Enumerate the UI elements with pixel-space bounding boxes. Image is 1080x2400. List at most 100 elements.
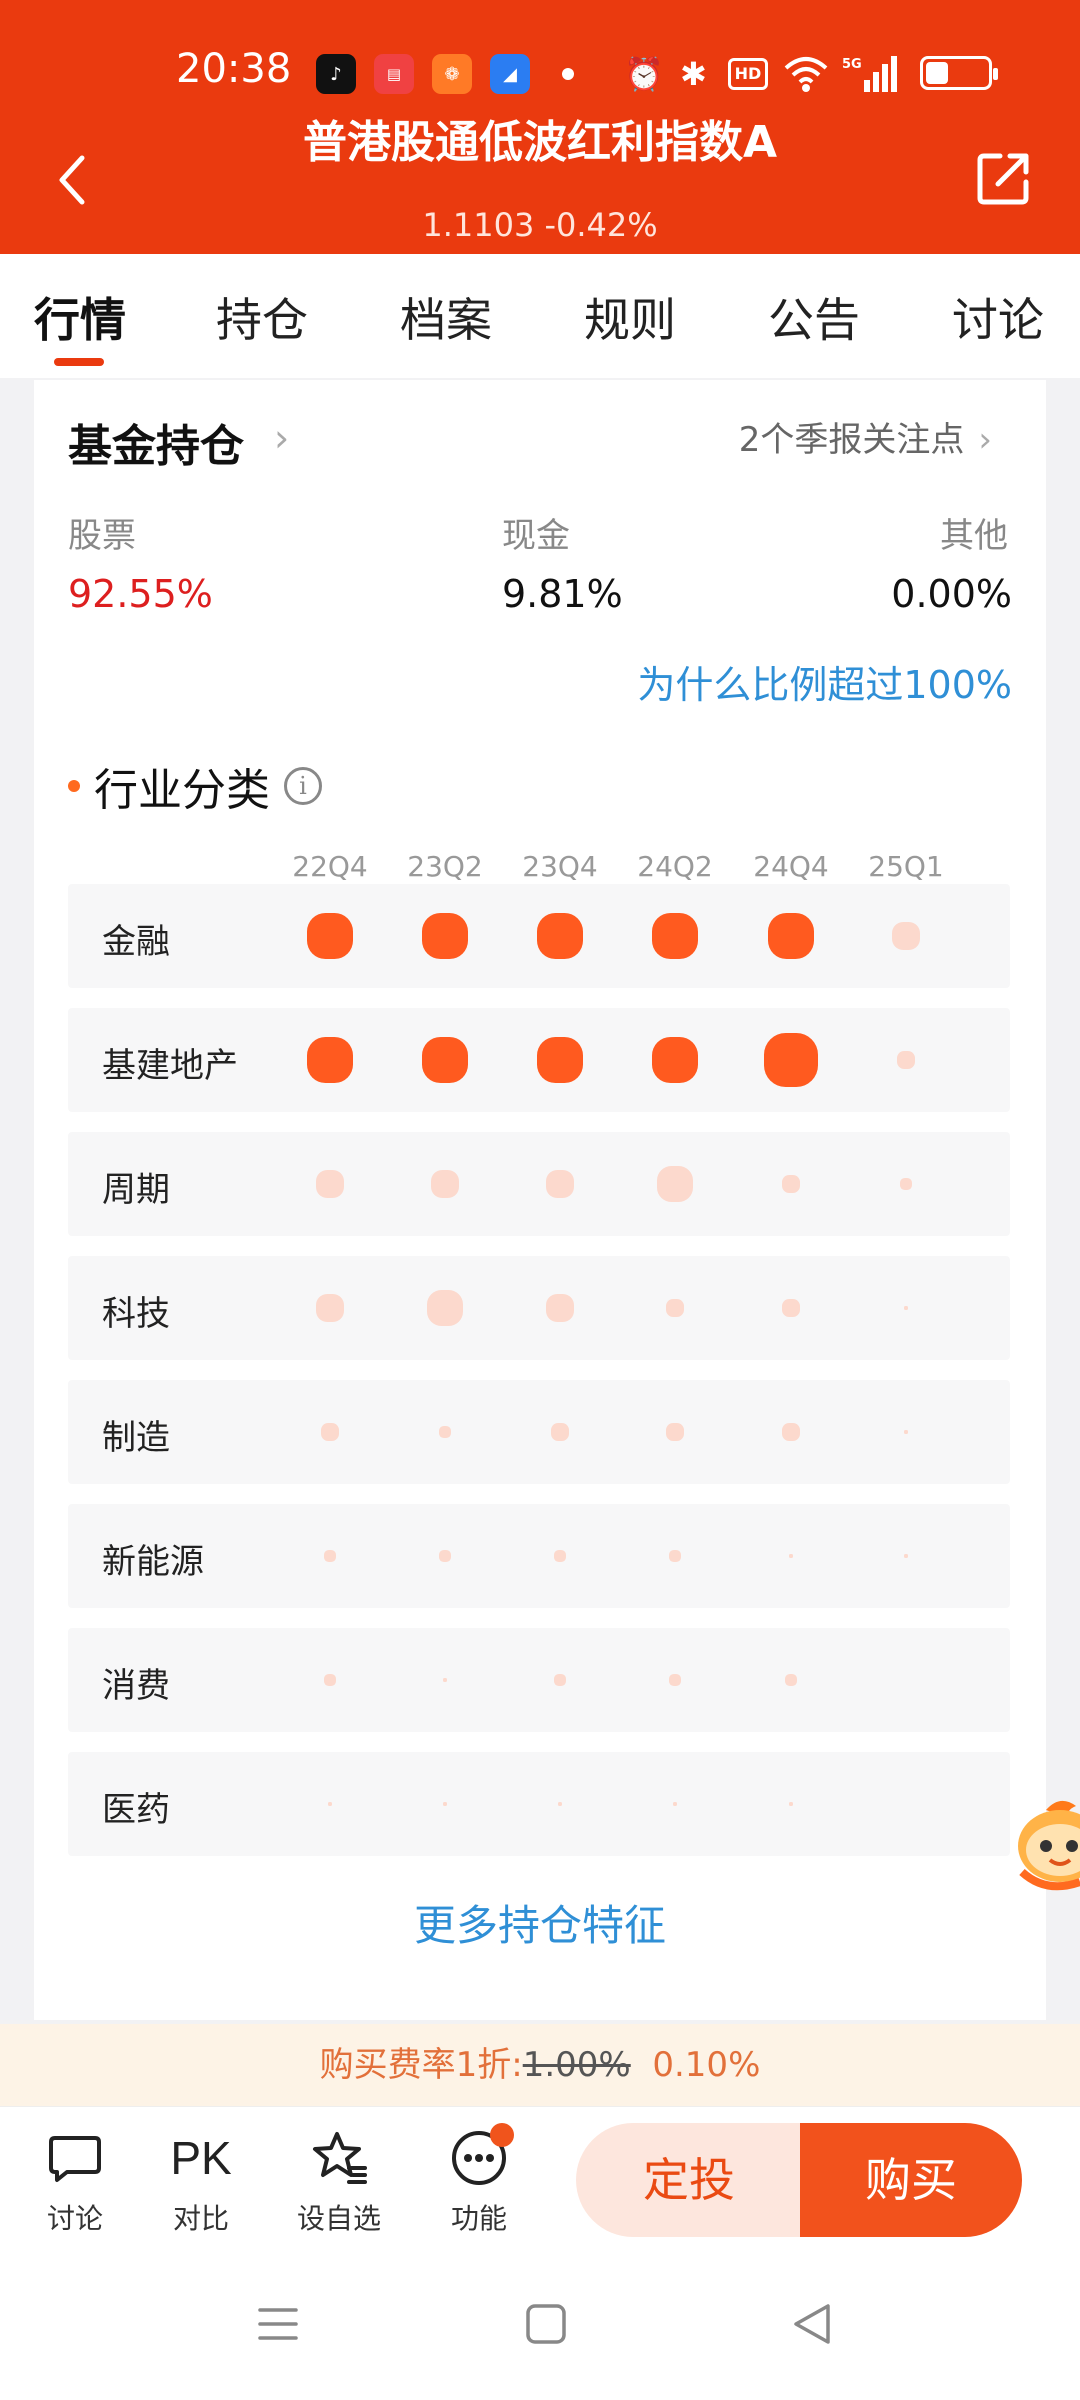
industry-weight-bubble xyxy=(324,1550,336,1562)
tab-bar: 行情 持仓 档案 规则 公告 讨论 xyxy=(0,254,1080,378)
hd-icon: HD xyxy=(728,58,768,90)
industry-weight-bubble xyxy=(904,1554,908,1558)
chevron-right-icon[interactable]: › xyxy=(274,416,289,460)
industry-weight-bubble xyxy=(443,1678,447,1682)
industry-row: 周期 xyxy=(68,1132,1010,1236)
pk-text: PK xyxy=(170,2132,232,2184)
industry-weight-bubble xyxy=(764,1033,818,1087)
industry-title-label: 行业分类 xyxy=(94,765,270,816)
tab-rules[interactable]: 规则 xyxy=(584,284,676,350)
industry-row: 金融 xyxy=(68,884,1010,988)
more-dots-icon xyxy=(424,2123,534,2191)
functions-action[interactable]: 功能 xyxy=(424,2123,534,2237)
industry-weight-bubble xyxy=(897,1051,915,1069)
holdings-card: 基金持仓 › 2个季报关注点 › 股票 现金 其他 92.55% 9.81% 0.… xyxy=(34,380,1046,2020)
mascot-floating-button[interactable] xyxy=(1016,1790,1080,1900)
info-icon[interactable]: i xyxy=(284,767,322,805)
wifi-icon xyxy=(782,54,830,103)
industry-section-title: 行业分类 i xyxy=(68,754,322,818)
industry-weight-bubble xyxy=(904,1430,908,1434)
home-nav-button[interactable] xyxy=(524,2302,568,2350)
discuss-label: 讨论 xyxy=(46,2202,103,2235)
industry-weight-bubble xyxy=(537,1037,583,1083)
add-watchlist-label: 设自选 xyxy=(296,2202,381,2235)
industry-weight-bubble xyxy=(546,1170,574,1198)
alloc-label-cash: 现金 xyxy=(502,516,570,556)
svg-text:5G: 5G xyxy=(842,57,862,72)
quarter-label: 22Q4 xyxy=(292,850,368,883)
share-button[interactable] xyxy=(976,150,1032,206)
industry-weight-bubble xyxy=(551,1423,569,1441)
app-icon: ◢ xyxy=(490,54,530,94)
industry-weight-bubble xyxy=(782,1423,800,1441)
industry-weight-bubble xyxy=(669,1674,681,1686)
add-watchlist-action[interactable]: 设自选 xyxy=(284,2125,394,2237)
industry-weight-bubble xyxy=(782,1175,800,1193)
tab-quotes[interactable]: 行情 xyxy=(34,284,126,350)
industry-name: 制造 xyxy=(102,1418,170,1458)
industry-weight-bubble xyxy=(785,1674,797,1686)
industry-row: 基建地产 xyxy=(68,1008,1010,1112)
alloc-label-stock: 股票 xyxy=(68,516,136,556)
app-icon: ❁ xyxy=(432,54,472,94)
industry-weight-bubble xyxy=(892,922,920,950)
tab-discussion[interactable]: 讨论 xyxy=(952,284,1044,350)
system-nav-bar xyxy=(0,2252,1080,2400)
menu-nav-button[interactable] xyxy=(256,2302,300,2350)
alloc-value-stock: 92.55% xyxy=(68,572,213,616)
industry-weight-bubble xyxy=(439,1426,451,1438)
discuss-action[interactable]: 讨论 xyxy=(20,2125,130,2237)
menu-icon xyxy=(258,2308,298,2340)
compare-label: 对比 xyxy=(172,2202,229,2235)
auto-invest-button[interactable]: 定投 xyxy=(576,2123,802,2237)
alarm-icon: ⏰ xyxy=(624,55,664,93)
industry-weight-bubble xyxy=(321,1423,339,1441)
industry-weight-bubble xyxy=(422,1037,468,1083)
alloc-value-other: 0.00% xyxy=(891,572,1012,616)
alloc-value-cash: 9.81% xyxy=(502,572,623,616)
bluetooth-icon: ✱ xyxy=(680,55,707,93)
tab-announcements[interactable]: 公告 xyxy=(768,284,860,350)
why-over-100-link[interactable]: 为什么比例超过100% xyxy=(637,654,1012,709)
buy-button[interactable]: 购买 xyxy=(800,2123,1022,2237)
industry-name: 科技 xyxy=(102,1294,170,1334)
industry-weight-bubble xyxy=(431,1170,459,1198)
industry-row: 消费 xyxy=(68,1628,1010,1732)
industry-weight-bubble xyxy=(789,1554,793,1558)
industry-weight-bubble xyxy=(652,913,698,959)
holdings-title[interactable]: 基金持仓 xyxy=(68,410,244,474)
notification-dot-icon xyxy=(490,2123,514,2147)
attention-points-link[interactable]: 2个季报关注点 › xyxy=(739,412,992,461)
industry-weight-bubble xyxy=(443,1802,447,1806)
status-time: 20:38 xyxy=(176,46,292,92)
industry-row: 制造 xyxy=(68,1380,1010,1484)
quarter-label: 23Q4 xyxy=(522,850,598,883)
fee-old-rate: 1.00% xyxy=(522,2045,631,2085)
tab-holdings[interactable]: 持仓 xyxy=(216,284,308,350)
tab-profile[interactable]: 档案 xyxy=(400,284,492,350)
industry-weight-bubble xyxy=(669,1550,681,1562)
page-title: 普港股通低波红利指数A xyxy=(302,117,778,168)
battery-icon xyxy=(920,56,998,90)
chat-bubble-icon xyxy=(20,2125,130,2191)
back-nav-button[interactable] xyxy=(790,2302,834,2350)
industry-weight-bubble xyxy=(768,913,814,959)
chevron-right-icon: › xyxy=(978,420,992,460)
industry-weight-bubble xyxy=(558,1802,562,1806)
industry-name: 消费 xyxy=(102,1666,170,1706)
industry-weight-bubble xyxy=(324,1674,336,1686)
fee-new-rate: 0.10% xyxy=(652,2045,761,2085)
industry-name: 金融 xyxy=(102,922,170,962)
industry-weight-bubble xyxy=(900,1178,912,1190)
signal-icon: 5G xyxy=(842,54,898,103)
compare-action[interactable]: PK 对比 xyxy=(146,2125,256,2237)
fee-bar: 购买费率1折:1.00% 0.10% xyxy=(0,2024,1080,2106)
industry-weight-bubble xyxy=(427,1290,463,1326)
industry-weight-bubble xyxy=(307,913,353,959)
industry-row: 新能源 xyxy=(68,1504,1010,1608)
share-icon xyxy=(977,153,1029,205)
more-holding-features-link[interactable]: 更多持仓特征 xyxy=(34,1892,1046,1953)
industry-weight-bubble xyxy=(554,1550,566,1562)
industry-weight-bubble xyxy=(904,1306,908,1310)
industry-weight-bubble xyxy=(537,913,583,959)
